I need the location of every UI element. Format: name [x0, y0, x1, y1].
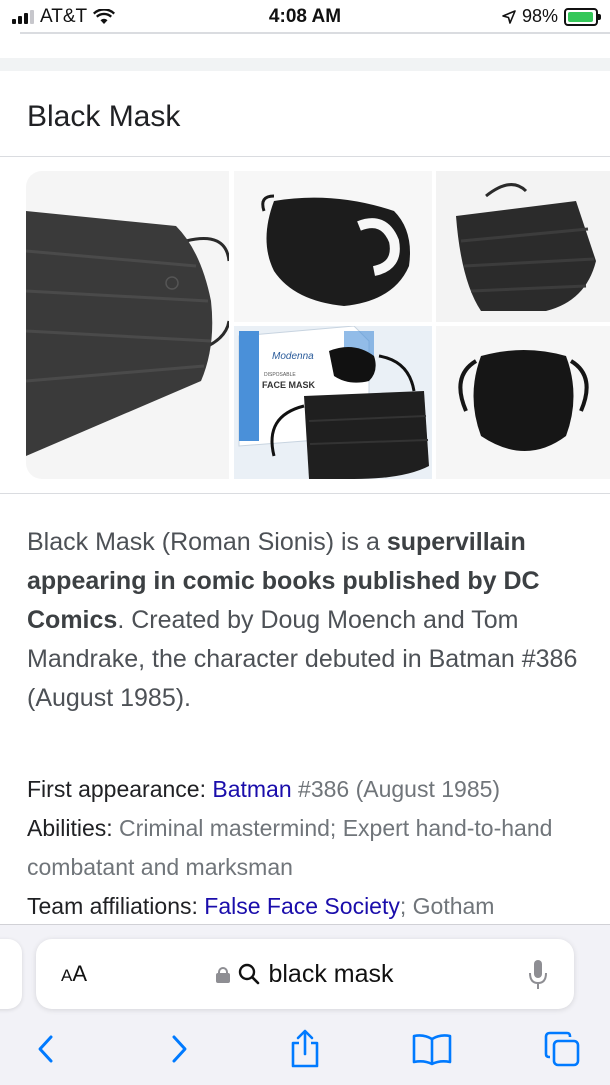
search-icon [239, 963, 260, 985]
fact-abilities: Abilities: Criminal mastermind; Expert h… [27, 809, 597, 887]
fact-link-batman[interactable]: Batman [212, 776, 291, 802]
bookmarks-button[interactable] [410, 1027, 454, 1071]
tabs-icon [544, 1031, 580, 1067]
battery-percent: 98% [521, 6, 558, 26]
fact-team-affiliations: Team affiliations: False Face Society; G… [27, 887, 597, 926]
page-top-divider [20, 32, 610, 34]
box-brand-label: Modenna [272, 351, 314, 362]
back-button[interactable] [24, 1027, 68, 1071]
address-bar[interactable]: AA black mask [36, 939, 574, 1009]
description-text-1: Black Mask (Roman Sionis) is a [27, 528, 387, 556]
fact-value: #386 (August 1985) [291, 776, 501, 802]
fact-link-false-face-society[interactable]: False Face Society [204, 893, 400, 919]
battery-icon [564, 7, 601, 26]
box-product-label: FACE MASK [262, 380, 316, 390]
title-divider [0, 156, 610, 157]
address-text: black mask [268, 959, 394, 988]
fact-label: First appearance: [27, 776, 213, 802]
box-subtitle-label: DISPOSABLE [264, 372, 296, 378]
image-black-cloth-mask[interactable] [436, 326, 610, 479]
image-black-pleated-mask[interactable] [436, 171, 610, 322]
entity-description: Black Mask (Roman Sionis) is a supervill… [27, 523, 587, 718]
fact-label: Abilities: [27, 815, 120, 841]
section-separator [0, 58, 610, 71]
location-arrow-icon [502, 9, 516, 24]
bookmarks-icon [412, 1034, 452, 1066]
previous-tab-peek[interactable] [0, 939, 22, 1009]
image-black-surgical-mask-closeup[interactable] [26, 171, 229, 479]
forward-button[interactable] [157, 1027, 201, 1071]
images-divider [0, 493, 610, 494]
lock-icon [216, 967, 231, 983]
address-content[interactable]: black mask [36, 939, 574, 1009]
image-black-fabric-mask[interactable] [234, 171, 432, 322]
status-bar: AT&T 4:08 AM 98% [0, 0, 610, 34]
tabs-button[interactable] [540, 1027, 584, 1071]
share-icon [291, 1029, 319, 1068]
entity-facts: First appearance: Batman #386 (August 19… [27, 770, 597, 926]
knowledge-panel-title: Black Mask [27, 100, 181, 133]
image-disposable-face-mask-box[interactable]: Modenna DISPOSABLE FACE MASK [234, 326, 432, 479]
fact-first-appearance: First appearance: Batman #386 (August 19… [27, 770, 597, 809]
fact-value: ; Gotham [399, 893, 495, 919]
browser-bottom-bar: AA black mask [0, 924, 610, 1085]
fact-label: Team affiliations: [27, 893, 205, 919]
back-icon [38, 1035, 53, 1063]
share-button[interactable] [283, 1027, 327, 1071]
microphone-icon[interactable] [528, 959, 548, 991]
browser-toolbar [0, 1021, 610, 1077]
status-right: 98% [502, 6, 601, 27]
image-carousel[interactable]: Modenna DISPOSABLE FACE MASK [26, 171, 610, 479]
forward-icon [172, 1035, 187, 1063]
